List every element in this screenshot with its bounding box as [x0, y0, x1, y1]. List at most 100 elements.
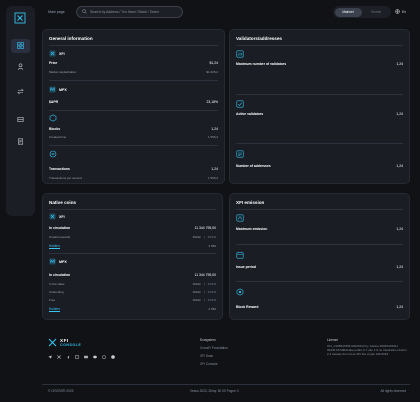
sidebar-item-validators[interactable] — [11, 60, 30, 74]
created-time-row: Created time 1 555,2 — [49, 135, 218, 139]
telegram-icon[interactable] — [48, 355, 52, 360]
max-emission-value: 1,24 — [396, 227, 403, 231]
divider — [49, 45, 218, 46]
xfi-unpaid-separator: | — [203, 235, 205, 239]
mpx-stake-value: 15232 — [192, 282, 201, 286]
price-value: $1,24 — [209, 61, 219, 65]
issue-period-icon — [236, 251, 244, 260]
native-mpx-head: MPX — [49, 258, 67, 265]
mpx-stake-label: In the stake — [49, 282, 65, 286]
footer-logo[interactable]: XFI CONSOLE — [48, 338, 81, 348]
divider — [236, 143, 403, 144]
tps-row: Transactions per second 1 555,2 — [49, 176, 218, 180]
xfi-emission-card: XFI emission Maximum emission 1,24 Issue… — [229, 193, 410, 320]
reddit-icon[interactable] — [102, 355, 106, 360]
native-coins-card: Native coins XFI In circulation 11 344 7… — [42, 193, 223, 320]
footer-copyright: © CROSSFI 2023 — [48, 389, 74, 393]
discord-icon[interactable] — [93, 355, 97, 360]
blocks-icon — [49, 114, 57, 123]
mpx-stake-row: In the stake 15232 | 15.6% — [49, 282, 216, 286]
native-coins-title: Native coins — [49, 200, 77, 205]
xfi-holders-row: Holders 2 550 — [49, 244, 216, 248]
mpx-holders-row: Holders 2 550 — [49, 307, 216, 311]
validators-card: Validators/addresses Maximum number of v… — [229, 29, 410, 184]
sidebar-item-transactions[interactable] — [11, 85, 30, 99]
general-information-title: General information — [49, 36, 93, 41]
search-placeholder: Search by Address / Txn Hash / Block / T… — [90, 10, 159, 14]
social-links — [48, 355, 115, 360]
footer-links-title: Ecosystem — [200, 338, 216, 342]
blocks-row: Blocks 1,24 — [49, 127, 218, 131]
max-validators-icon — [236, 50, 244, 59]
issue-period-row: Issue period 1,24 — [236, 265, 403, 269]
block-reward-value: 1,24 — [396, 305, 403, 309]
xfi-unpaid-row: Unpaid rewards 15232 | 15.6% — [49, 235, 216, 239]
footer-license: License XFI_v.008547896 00025412 by Just… — [327, 338, 407, 356]
max-emission-label: Maximum emission — [236, 227, 268, 231]
divider — [236, 244, 403, 245]
mpx-token-icon — [49, 86, 56, 93]
market-cap-row: Market capitalization $1 625,2 — [49, 70, 218, 74]
search-icon — [82, 9, 87, 15]
blocks-label: Blocks — [49, 127, 61, 131]
max-emission-row: Maximum emission 1,24 — [236, 227, 403, 231]
addresses-row: Number of addresses 1,24 — [236, 164, 403, 168]
xfi-name: XFI — [59, 51, 65, 56]
divider — [49, 209, 216, 210]
native-mpx-name: MPX — [59, 259, 67, 264]
xfi-circulation-row: In circulation 11 344 795,00 — [49, 226, 216, 230]
created-time-value: 1 555,2 — [207, 135, 218, 139]
network-toggle[interactable]: Mainnet Testnet — [333, 6, 391, 18]
github-icon[interactable] — [111, 355, 115, 360]
sidebar-item-blocks[interactable] — [11, 113, 30, 127]
youtube-icon[interactable] — [84, 355, 88, 360]
divider — [49, 80, 218, 81]
xfi-circulation-value: 11 344 795,00 — [194, 226, 216, 230]
footer-links: Ecosystem CrossFi Foundation XFI Scan XF… — [200, 338, 228, 366]
mpx-free-row: Free 15232 | 15.6% — [49, 298, 216, 302]
mpx-unbonding-label: Unbonding — [49, 290, 64, 294]
addresses-icon — [236, 150, 244, 159]
xfi-unpaid-pct: 15.6% — [207, 235, 216, 239]
dashboard-icon — [17, 42, 24, 50]
footer-divider — [42, 384, 410, 385]
blocks-value: 1,24 — [211, 127, 218, 131]
sidebar-item-dashboard[interactable] — [11, 39, 30, 53]
footer-license-text: XFI_v.008547896 00025412 by Justice 0002… — [327, 344, 407, 357]
max-emission-icon — [236, 214, 244, 223]
sidebar-item-contracts[interactable] — [11, 135, 30, 149]
active-validators-icon — [236, 100, 244, 109]
mpx-free-value: 15232 — [192, 298, 201, 302]
footer-link-console[interactable]: XFI Console — [200, 362, 228, 366]
facebook-icon[interactable] — [66, 355, 70, 360]
max-validators-label: Maximum number of validators — [236, 62, 287, 66]
search-input[interactable]: Search by Address / Txn Hash / Block / T… — [76, 6, 183, 18]
footer-license-title: License — [327, 338, 338, 342]
footer-link-scan[interactable]: XFI Scan — [200, 354, 228, 358]
xfi-unpaid-label: Unpaid rewards — [49, 235, 71, 239]
mpx-section-head: MPX — [49, 86, 67, 93]
divider — [49, 110, 218, 111]
validators-icon — [17, 63, 24, 71]
xfi-holders-link[interactable]: Holders — [49, 244, 60, 248]
xfi-token-icon — [49, 213, 56, 220]
tps-label: Transactions per second — [49, 176, 82, 180]
language-selector[interactable]: En — [395, 9, 406, 15]
toggle-mainnet[interactable]: Mainnet — [334, 7, 362, 17]
price-label: Price — [49, 61, 58, 65]
mpx-free-separator: | — [203, 298, 205, 302]
mpx-holders-link[interactable]: Holders — [49, 307, 60, 311]
active-validators-value: 1,24 — [396, 112, 403, 116]
transactions-value: 1,24 — [211, 167, 218, 171]
toggle-testnet[interactable]: Testnet — [363, 8, 390, 17]
footer-link-foundation[interactable]: CrossFi Foundation — [200, 346, 228, 350]
transactions-icon — [49, 150, 57, 159]
max-validators-value: 1,24 — [396, 62, 403, 66]
mpx-unbonding-value: 15232 — [192, 290, 201, 294]
apr-value: 23,18% — [206, 100, 219, 104]
logo-icon[interactable] — [14, 12, 26, 24]
xfi-circulation-label: In circulation — [49, 226, 71, 230]
linkedin-icon[interactable] — [75, 355, 79, 360]
globe-icon — [395, 9, 400, 15]
twitter-icon[interactable] — [57, 355, 61, 360]
